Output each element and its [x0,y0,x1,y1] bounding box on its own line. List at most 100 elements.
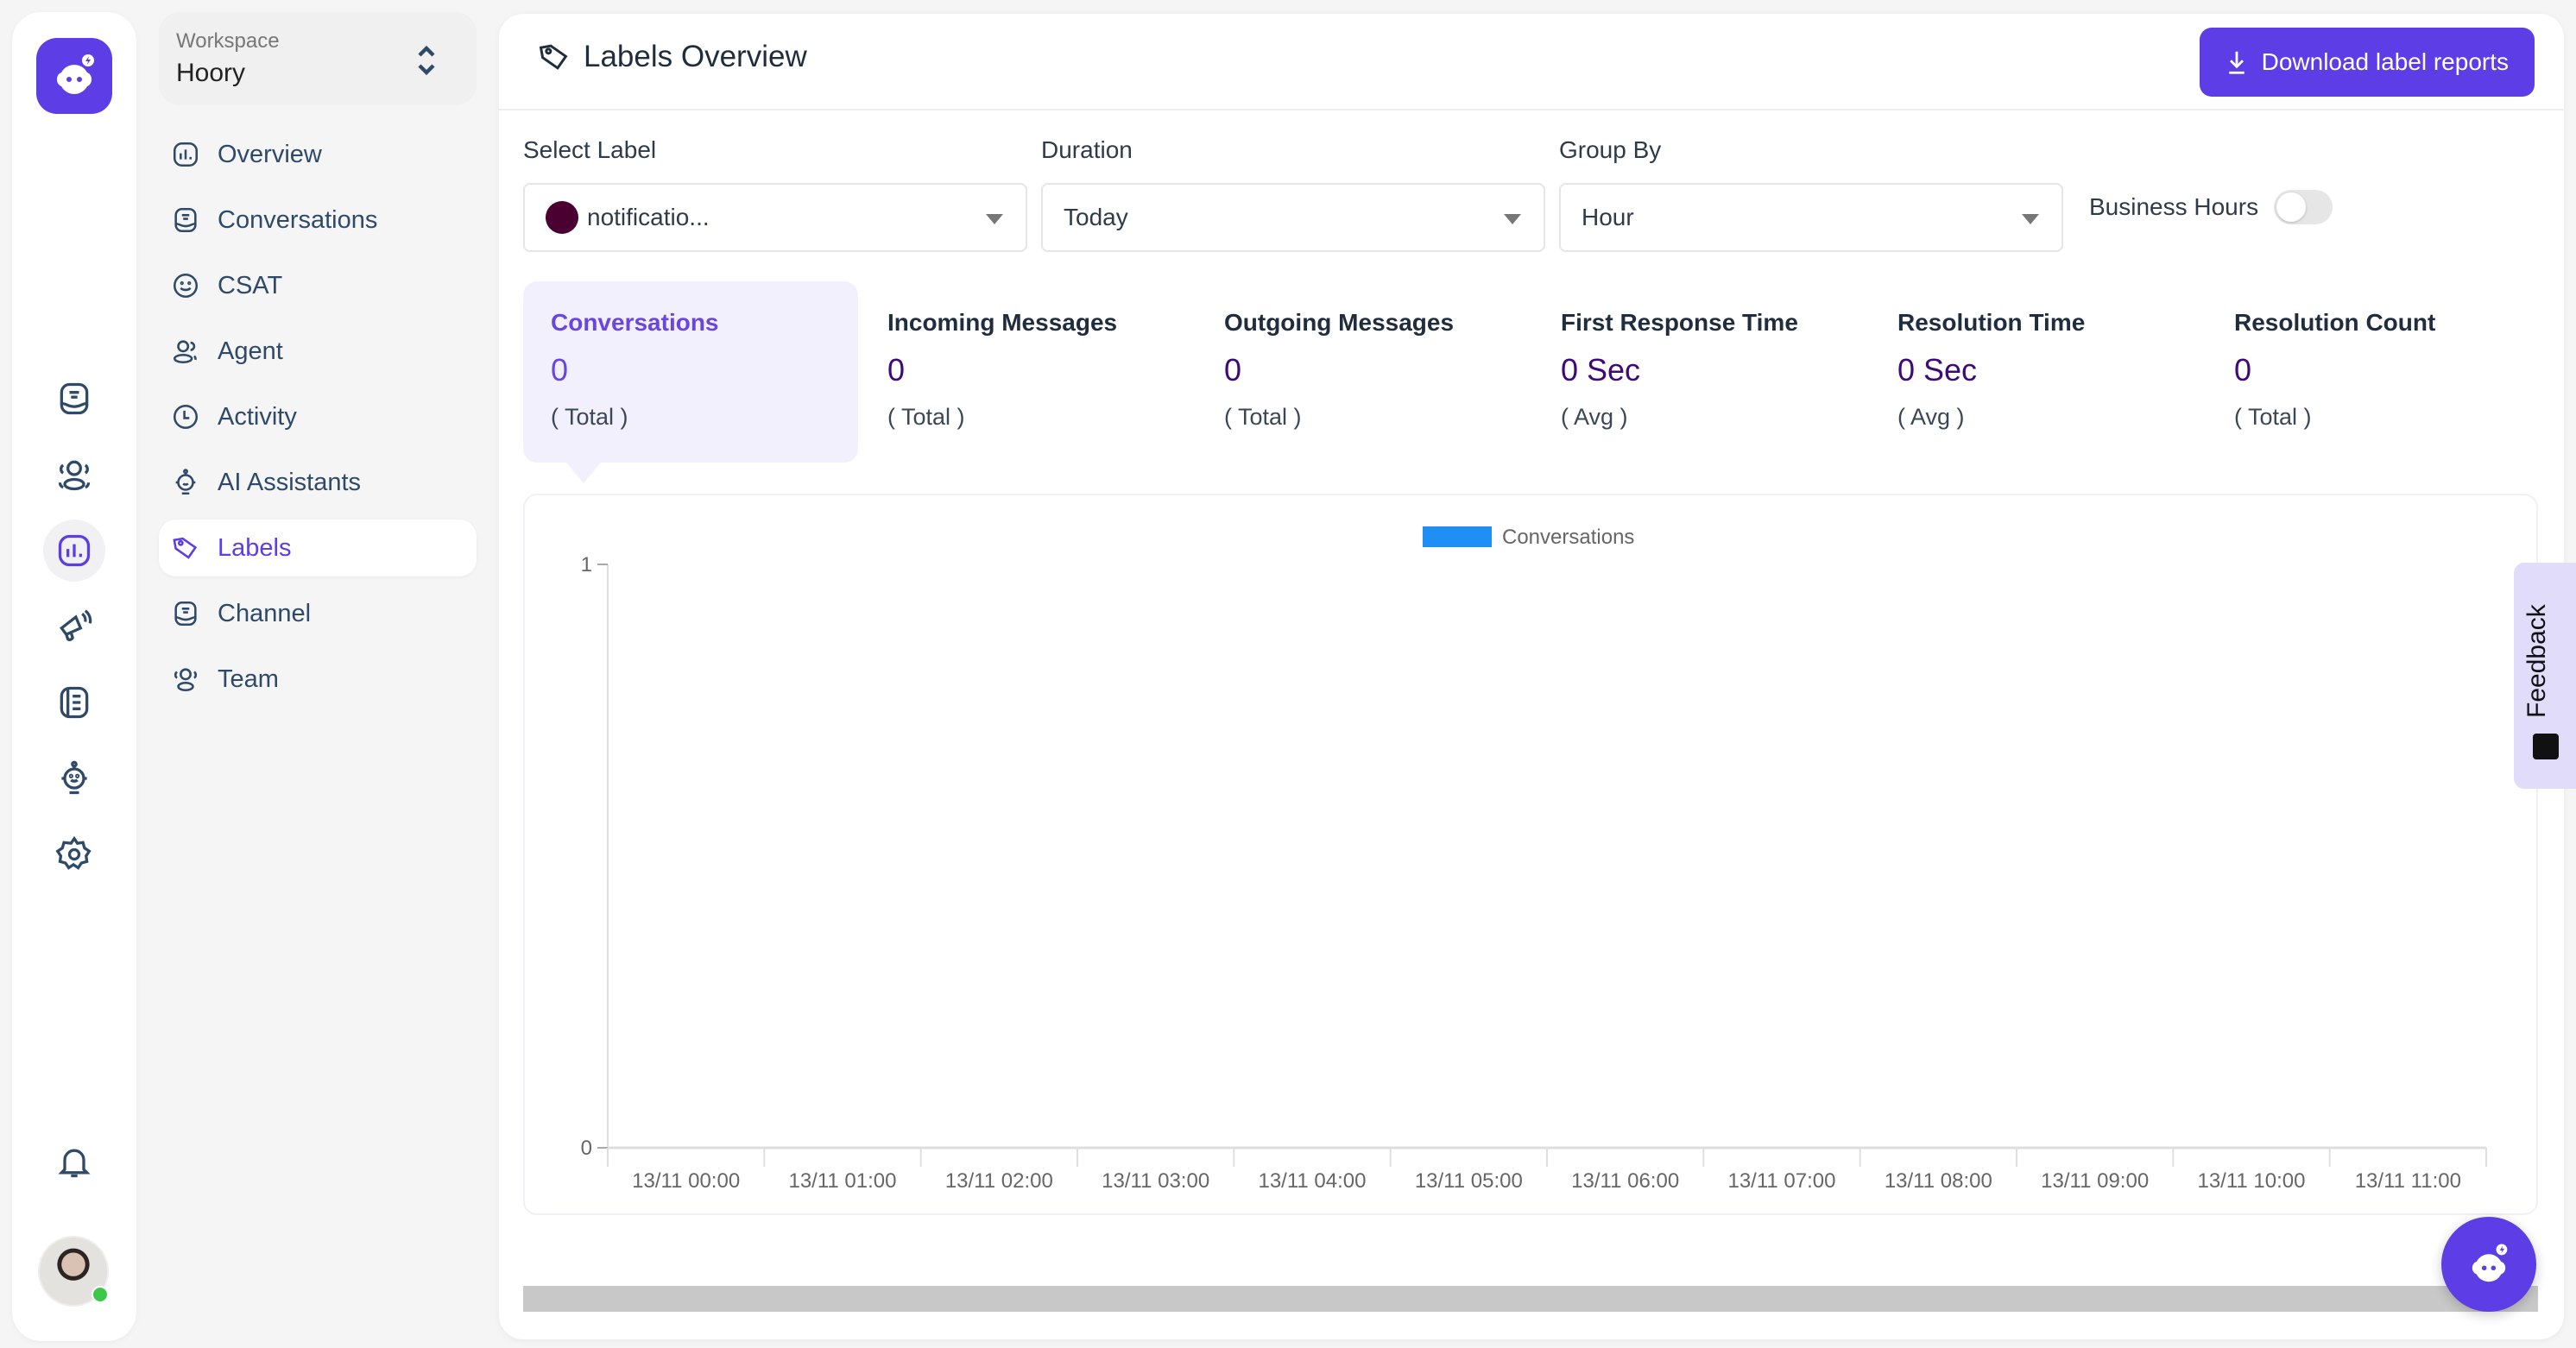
duration-select[interactable]: Today [1041,183,1545,252]
x-tick-label: 13/11 10:00 [2197,1169,2305,1193]
metric-title: Resolution Count [2234,309,2436,336]
metric-title: Incoming Messages [887,309,1118,336]
chart-card: Conversations 0 1 13/11 00:00 13/11 01:00 13/… [523,494,2538,1215]
nav-item-team[interactable]: Team [159,651,477,708]
group-by-label: Group By [1559,136,1662,163]
x-tick-label: 13/11 04:00 [1258,1169,1366,1193]
metric-subtitle: ( Total ) [887,404,965,430]
business-hours-toggle[interactable] [2274,190,2333,224]
campaigns-icon[interactable] [43,595,105,658]
nav-item-label: Team [218,665,279,693]
metric-subtitle: ( Avg ) [1897,404,1965,430]
x-tick-label: 13/11 07:00 [1727,1169,1835,1193]
metric-title: Conversations [551,309,719,336]
download-icon [2228,51,2245,74]
feedback-tab[interactable]: Feedback [2514,563,2576,789]
team-icon [174,668,198,692]
metric-title: Resolution Time [1897,309,2086,336]
feedback-label: Feedback [2522,604,2551,718]
caret-down-icon [1504,214,1521,224]
metric-resolution-count[interactable]: Resolution Count 0 ( Total ) [2207,281,2541,463]
metric-title: Outgoing Messages [1224,309,1455,336]
duration-value: Today [1064,204,1128,230]
x-tick-label: 13/11 02:00 [945,1169,1053,1193]
app-logo[interactable] [36,38,112,114]
nav-item-label: Conversations [218,205,378,234]
x-tick-label: 13/11 00:00 [632,1169,740,1193]
conversations-chart: Conversations 0 1 13/11 00:00 13/11 01:00 13/… [581,526,2487,1193]
nav-item-conversations[interactable]: Conversations [159,192,477,249]
metric-resolution-time[interactable]: Resolution Time 0 Sec ( Avg ) [1870,281,2205,463]
label-select[interactable]: notificatio... [523,183,1027,252]
metric-value: 0 [551,352,569,387]
x-tick-label: 13/11 11:00 [2355,1169,2461,1193]
group-by-value: Hour [1582,204,1634,230]
group-by-select[interactable]: Hour [1559,183,2063,252]
business-hours-label: Business Hours [2089,193,2259,220]
main-panel: Labels Overview Download label reports S… [499,14,2564,1339]
x-tick-label: 13/11 05:00 [1415,1169,1523,1193]
chart-icon [173,142,199,167]
nav-item-label: CSAT [218,271,283,299]
page-title: Labels Overview [537,40,807,74]
metric-subtitle: ( Total ) [1224,404,1302,430]
nav-item-overview[interactable]: Overview [159,126,477,183]
caret-down-icon [2022,214,2039,224]
nav-item-channel[interactable]: Channel [159,585,477,642]
caret-down-icon [986,214,1003,224]
select-label-label: Select Label [523,136,657,163]
contacts-icon[interactable] [43,444,105,506]
nav-item-labels[interactable]: Labels [159,520,477,576]
nav-item-activity[interactable]: Activity [159,388,477,445]
horizontal-scrollbar[interactable] [523,1286,2538,1312]
metric-value: 0 [2234,352,2252,387]
workspace-switcher[interactable]: Workspace Hoory [159,12,477,105]
metric-subtitle: ( Total ) [2234,404,2312,430]
legend-label: Conversations [1502,526,1634,549]
bell-icon[interactable] [43,1131,105,1193]
y-tick-label: 0 [581,1137,592,1160]
nav-item-ai-assistants[interactable]: AI Assistants [159,454,477,511]
download-label: Download label reports [2261,48,2509,75]
smile-icon [173,273,199,299]
inbox-icon [174,207,197,233]
nav-item-label: Channel [218,599,312,627]
metric-incoming-messages[interactable]: Incoming Messages 0 ( Total ) [860,281,1195,463]
hoory-logo-icon [56,54,94,94]
metric-value: 0 Sec [1561,352,1641,387]
label-color-dot [546,201,578,234]
nav-item-label: Activity [218,402,297,431]
online-status-dot [92,1286,109,1303]
download-label-reports-button[interactable]: Download label reports [2199,28,2535,97]
nav-item-label: Labels [218,533,292,562]
icon-rail [12,12,136,1341]
nav-item-label: AI Assistants [218,468,362,496]
chevron-updown-icon [418,45,435,76]
users-icon [173,340,197,364]
ai-assistant-icon[interactable] [43,747,105,809]
legend-swatch [1423,526,1492,547]
chat-widget-button[interactable] [2441,1217,2536,1312]
metric-value: 0 [887,352,906,387]
feedback-smile-icon [2533,734,2559,759]
nav-item-csat[interactable]: CSAT [159,257,477,314]
x-tick-label: 13/11 01:00 [788,1169,896,1193]
conversations-icon[interactable] [43,368,105,430]
page-title-text: Labels Overview [584,40,807,73]
tag-icon [173,537,198,559]
robot-icon [175,469,196,495]
metric-conversations[interactable]: Conversations 0 ( Total ) [523,281,858,483]
reports-nav: Workspace Hoory Overview Conversations C… [155,12,483,1341]
metric-first-response-time[interactable]: First Response Time 0 Sec ( Avg ) [1533,281,1868,463]
x-tick-label: 13/11 08:00 [1885,1169,1992,1193]
inbox-icon [174,601,197,627]
hoory-logo-icon [2472,1244,2508,1282]
reports-icon[interactable] [43,520,105,582]
y-tick-label: 1 [581,553,592,576]
settings-icon[interactable] [43,823,105,885]
metric-subtitle: ( Total ) [551,404,628,430]
metric-outgoing-messages[interactable]: Outgoing Messages 0 ( Total ) [1196,281,1531,463]
nav-item-agent[interactable]: Agent [159,323,477,380]
nav-item-label: Agent [218,337,283,365]
library-icon[interactable] [43,671,105,734]
